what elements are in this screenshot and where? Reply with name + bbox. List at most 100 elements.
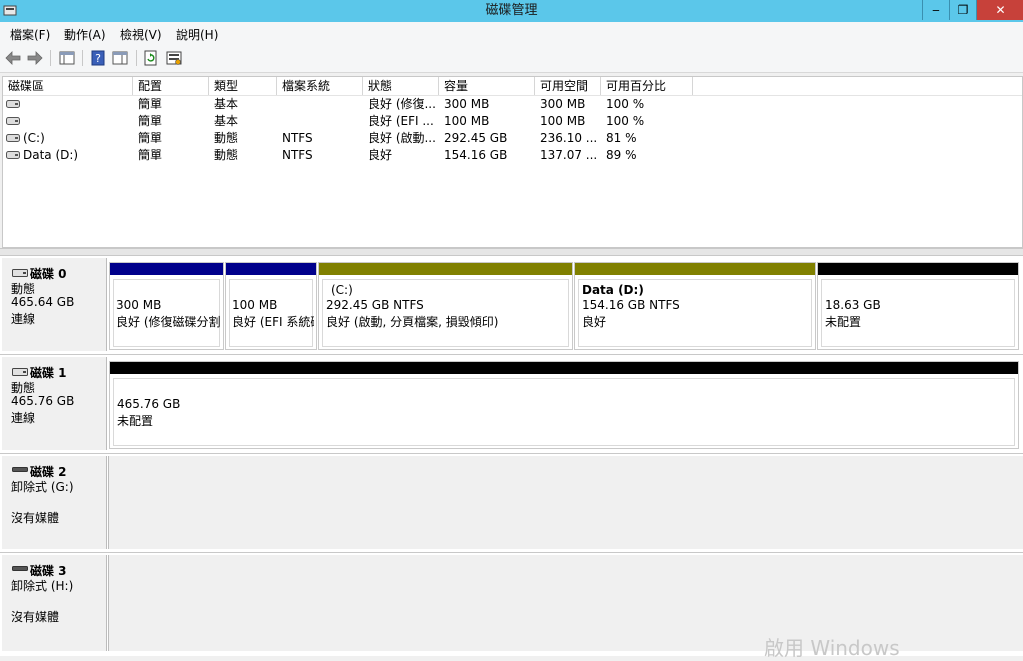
volume-status: 良好 (修復... <box>368 97 436 111</box>
rescan-disks-icon[interactable] <box>165 49 183 67</box>
disk-size: 465.76 GB <box>11 394 75 408</box>
partition-d-drive[interactable]: Data (D:) 154.16 GB NTFS 良好 <box>574 262 816 350</box>
disk-status: 連線 <box>11 312 36 326</box>
col-header-file-system[interactable]: 檔案系統 <box>277 77 363 95</box>
volume-free-space: 236.10 ... <box>540 131 598 145</box>
volume-type: 基本 <box>214 97 239 111</box>
partition-size: 300 MB <box>116 298 162 312</box>
help-icon[interactable]: ? <box>89 49 107 67</box>
removable-drive-icon <box>12 566 28 571</box>
disk-type: 卸除式 (G:) <box>11 480 74 494</box>
partition-size: 100 MB <box>232 298 278 312</box>
volume-status: 良好 (啟動... <box>368 131 436 145</box>
pane-splitter[interactable] <box>0 248 1023 256</box>
back-arrow-icon[interactable] <box>4 49 22 67</box>
volume-layout: 簡單 <box>138 114 163 128</box>
disk-label-3[interactable]: 磁碟 3 卸除式 (H:) 沒有媒體 <box>2 555 107 651</box>
menu-file[interactable]: 檔案(F) <box>10 26 50 43</box>
no-media-area <box>108 456 1023 549</box>
disk-type: 卸除式 (H:) <box>11 579 74 593</box>
disk-graphical-view: 磁碟 0 動態 465.64 GB 連線 300 MB 良好 (修復磁碟分割) … <box>0 256 1023 656</box>
partition-color-bar <box>226 263 316 275</box>
col-header-status[interactable]: 狀態 <box>363 77 439 95</box>
menu-view[interactable]: 檢視(V) <box>120 26 162 43</box>
volume-row[interactable]: (C:) 簡單 動態 NTFS 良好 (啟動... 292.45 GB 236.… <box>3 130 1022 147</box>
col-header-capacity[interactable]: 容量 <box>439 77 535 95</box>
disk-row-2: 磁碟 2 卸除式 (G:) 沒有媒體 <box>0 454 1023 553</box>
partition-status: 良好 <box>582 315 607 329</box>
volume-percent-free: 81 % <box>606 131 637 145</box>
volume-drive-icon <box>6 100 20 108</box>
volume-file-system: NTFS <box>282 148 313 162</box>
partition-unallocated[interactable]: 18.63 GB 未配置 <box>817 262 1019 350</box>
toolbar-separator <box>82 50 83 66</box>
volume-name <box>23 113 129 130</box>
volume-layout: 簡單 <box>138 97 163 111</box>
volume-list-header: 磁碟區 配置 類型 檔案系統 狀態 容量 可用空間 可用百分比 <box>3 77 1022 96</box>
partition-c-drive[interactable]: (C:) 292.45 GB NTFS 良好 (啟動, 分頁檔案, 損毀傾印) <box>318 262 573 350</box>
volume-percent-free: 100 % <box>606 97 645 111</box>
col-header-percent-free[interactable]: 可用百分比 <box>601 77 693 95</box>
volume-row[interactable]: 簡單 基本 良好 (EFI ... 100 MB 100 MB 100 % <box>3 113 1022 130</box>
volume-name: Data (D:) <box>23 148 79 162</box>
disk-name: 磁碟 1 <box>30 366 67 380</box>
partition-status: 良好 (啟動, 分頁檔案, 損毀傾印) <box>326 315 499 329</box>
volume-file-system: NTFS <box>282 131 313 145</box>
col-header-volume[interactable]: 磁碟區 <box>3 77 133 95</box>
volume-drive-icon <box>6 117 20 125</box>
volume-type: 基本 <box>214 114 239 128</box>
volume-free-space: 100 MB <box>540 114 586 128</box>
volume-percent-free: 89 % <box>606 148 637 162</box>
menu-help[interactable]: 說明(H) <box>176 26 218 43</box>
partition-status: 良好 (修復磁碟分割) <box>116 315 221 329</box>
volume-layout: 簡單 <box>138 131 163 145</box>
partition-size: 18.63 GB <box>825 298 881 312</box>
volume-capacity: 100 MB <box>444 114 490 128</box>
partition-size: 292.45 GB NTFS <box>326 298 424 312</box>
partition-status: 未配置 <box>117 414 154 428</box>
disk-label-0[interactable]: 磁碟 0 動態 465.64 GB 連線 <box>2 258 107 351</box>
col-header-layout[interactable]: 配置 <box>133 77 209 95</box>
disk-size: 465.64 GB <box>11 295 75 309</box>
forward-arrow-icon[interactable] <box>26 49 44 67</box>
disk-row-1: 磁碟 1 動態 465.76 GB 連線 465.76 GB 未配置 <box>0 355 1023 454</box>
partition-unallocated[interactable]: 465.76 GB 未配置 <box>109 361 1019 449</box>
close-button[interactable]: ✕ <box>976 0 1023 20</box>
volume-capacity: 300 MB <box>444 97 490 111</box>
show-hide-console-tree-icon[interactable] <box>58 49 76 67</box>
volume-name: (C:) <box>23 131 45 145</box>
minimize-button[interactable]: ‒ <box>922 0 949 20</box>
disk-drive-icon <box>12 269 28 277</box>
volume-file-system <box>282 113 362 130</box>
window-title: 磁碟管理 <box>485 3 538 18</box>
partition-recovery[interactable]: 300 MB 良好 (修復磁碟分割) <box>109 262 224 350</box>
disk-label-1[interactable]: 磁碟 1 動態 465.76 GB 連線 <box>2 357 107 450</box>
volume-drive-icon <box>6 151 20 159</box>
volume-row[interactable]: Data (D:) 簡單 動態 NTFS 良好 154.16 GB 137.07… <box>3 147 1022 164</box>
maximize-button[interactable]: ❐ <box>949 0 976 20</box>
partition-status: 良好 (EFI 系統磁碟分割) <box>232 315 314 329</box>
disk-row-0: 磁碟 0 動態 465.64 GB 連線 300 MB 良好 (修復磁碟分割) … <box>0 256 1023 355</box>
disk-label-2[interactable]: 磁碟 2 卸除式 (G:) 沒有媒體 <box>2 456 107 549</box>
partition-color-bar <box>575 263 815 275</box>
toolbar: ? <box>0 44 1023 73</box>
partition-efi[interactable]: 100 MB 良好 (EFI 系統磁碟分割) <box>225 262 317 350</box>
partition-color-bar <box>319 263 572 275</box>
partition-color-bar <box>110 263 223 275</box>
partition-color-bar <box>818 263 1018 275</box>
properties-icon[interactable] <box>111 49 129 67</box>
volume-row[interactable]: 簡單 基本 良好 (修復... 300 MB 300 MB 100 % <box>3 96 1022 113</box>
toolbar-separator <box>136 50 137 66</box>
activate-windows-watermark: 啟用 Windows <box>764 636 900 660</box>
title-bar: 磁碟管理 ‒ ❐ ✕ <box>0 0 1023 22</box>
volume-layout: 簡單 <box>138 148 163 162</box>
disk-name: 磁碟 0 <box>30 267 67 281</box>
menu-action[interactable]: 動作(A) <box>64 26 106 43</box>
col-header-type[interactable]: 類型 <box>209 77 277 95</box>
disk-status: 沒有媒體 <box>11 610 60 624</box>
col-header-free-space[interactable]: 可用空間 <box>535 77 601 95</box>
partition-size: 465.76 GB <box>117 397 181 411</box>
refresh-icon[interactable] <box>142 49 160 67</box>
volume-list[interactable]: 磁碟區 配置 類型 檔案系統 狀態 容量 可用空間 可用百分比 簡單 基本 良好… <box>2 76 1023 248</box>
disk-drive-icon <box>12 368 28 376</box>
